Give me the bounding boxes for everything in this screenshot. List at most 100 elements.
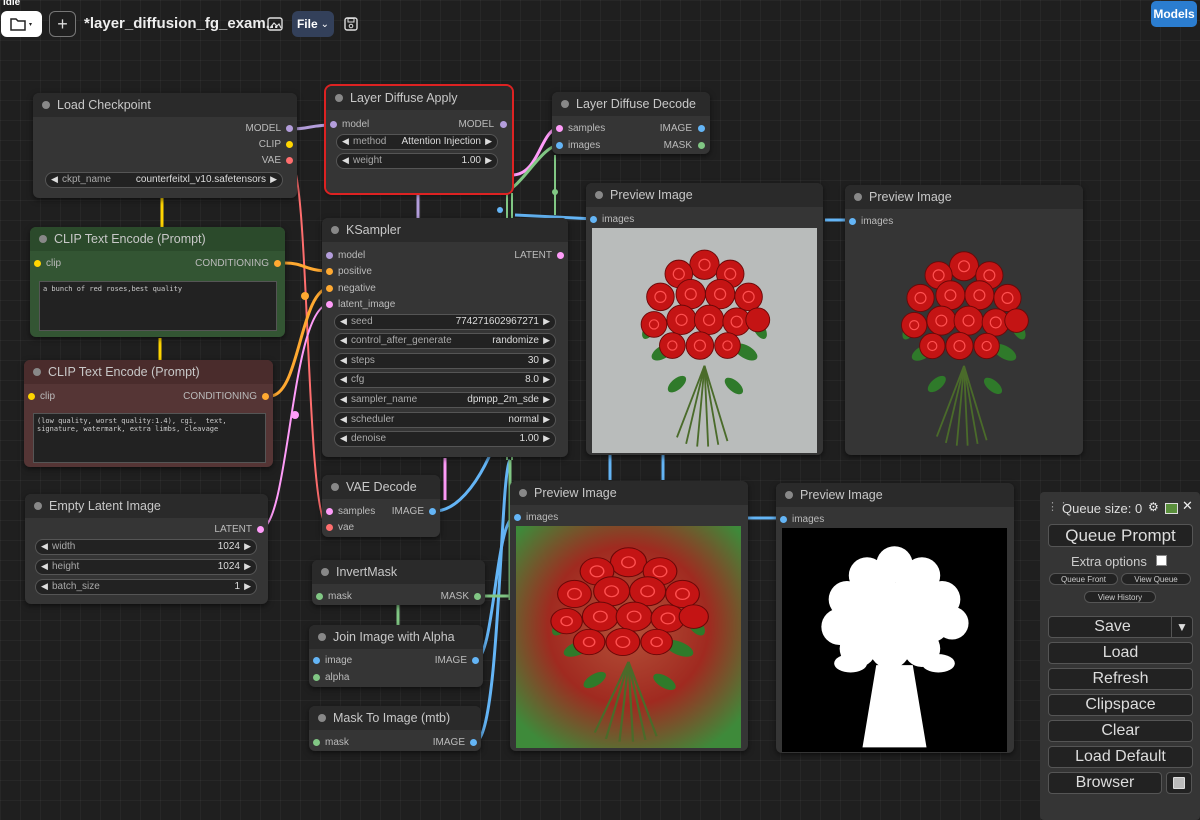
collapse-dot[interactable] bbox=[318, 714, 326, 722]
node-title-bar[interactable]: KSampler bbox=[322, 218, 568, 242]
queue-front-button[interactable]: Queue Front bbox=[1049, 573, 1118, 585]
node-mask-to-image[interactable]: Mask To Image (mtb) mask IMAGE bbox=[309, 706, 481, 751]
node-title-bar[interactable]: VAE Decode bbox=[322, 475, 440, 499]
ckpt-name-combo[interactable]: ◀ ckpt_name counterfeitxl_v10.safetensor… bbox=[45, 172, 283, 188]
load-default-button[interactable]: Load Default bbox=[1048, 746, 1193, 768]
output-slot-conditioning[interactable] bbox=[262, 393, 269, 400]
sampler-name-widget[interactable]: ◀ sampler_name dpmpp_2m_sde ▶ bbox=[334, 392, 556, 408]
input-slot-positive[interactable] bbox=[326, 268, 333, 275]
node-preview-image-1[interactable]: Preview Image images bbox=[586, 183, 823, 455]
input-slot-images[interactable] bbox=[849, 218, 856, 225]
steps-widget[interactable]: ◀ steps 30 ▶ bbox=[334, 353, 556, 369]
collapse-dot[interactable] bbox=[785, 491, 793, 499]
clipspace-button[interactable]: Clipspace bbox=[1048, 694, 1193, 716]
arrow-left-icon[interactable]: ◀ bbox=[340, 335, 347, 346]
new-workflow-button[interactable]: + bbox=[49, 11, 76, 37]
output-slot-clip[interactable] bbox=[286, 141, 293, 148]
input-slot-clip[interactable] bbox=[34, 260, 41, 267]
preview-image[interactable] bbox=[516, 526, 741, 748]
collapse-dot[interactable] bbox=[318, 633, 326, 641]
input-slot-image[interactable] bbox=[313, 657, 320, 664]
node-title-bar[interactable]: InvertMask bbox=[312, 560, 485, 584]
arrow-left-icon[interactable]: ◀ bbox=[340, 355, 347, 366]
node-ksampler[interactable]: KSampler model positive negative latent_… bbox=[322, 218, 568, 457]
collapse-dot[interactable] bbox=[854, 193, 862, 201]
save-dropdown-icon[interactable]: ▼ bbox=[1171, 617, 1192, 637]
denoise-widget[interactable]: ◀ denoise 1.00 ▶ bbox=[334, 431, 556, 447]
arrow-left-icon[interactable]: ◀ bbox=[340, 374, 347, 385]
clear-button[interactable]: Clear bbox=[1048, 720, 1193, 742]
output-slot-image[interactable] bbox=[472, 657, 479, 664]
input-slot-images[interactable] bbox=[556, 142, 563, 149]
collapse-dot[interactable] bbox=[39, 235, 47, 243]
input-slot-images[interactable] bbox=[514, 514, 521, 521]
prompt-textarea[interactable]: (low quality, worst quality:1.4), cgi, t… bbox=[33, 413, 266, 463]
output-slot-latent[interactable] bbox=[257, 526, 264, 533]
node-layer-diffuse-apply[interactable]: Layer Diffuse Apply model MODEL ◀ method… bbox=[324, 84, 514, 195]
arrow-left-icon[interactable]: ◀ bbox=[342, 136, 349, 147]
node-preview-image-3[interactable]: Preview Image images bbox=[510, 481, 748, 751]
arrow-left-icon[interactable]: ◀ bbox=[41, 581, 48, 592]
view-queue-button[interactable]: View Queue bbox=[1121, 573, 1191, 585]
collapse-dot[interactable] bbox=[33, 368, 41, 376]
node-empty-latent-image[interactable]: Empty Latent Image LATENT ◀ width 1024 ▶ ◀ h… bbox=[25, 494, 268, 604]
close-icon[interactable]: ✕ bbox=[1182, 498, 1193, 514]
node-title-bar[interactable]: Preview Image bbox=[776, 483, 1014, 507]
input-slot-vae[interactable] bbox=[326, 524, 333, 531]
arrow-right-icon[interactable]: ▶ bbox=[543, 355, 550, 366]
file-menu-button[interactable]: File ⌄ bbox=[292, 11, 334, 37]
collapse-dot[interactable] bbox=[34, 502, 42, 510]
control-after-generate-widget[interactable]: ◀ control_after_generate randomize ▶ bbox=[334, 333, 556, 349]
view-history-button[interactable]: View History bbox=[1084, 591, 1156, 603]
arrow-right-icon[interactable]: ▶ bbox=[244, 581, 251, 592]
input-slot-model[interactable] bbox=[326, 252, 333, 259]
input-slot-negative[interactable] bbox=[326, 285, 333, 292]
node-title-bar[interactable]: Layer Diffuse Apply bbox=[326, 86, 512, 110]
node-title-bar[interactable]: Preview Image bbox=[845, 185, 1083, 209]
arrow-right-icon[interactable]: ▶ bbox=[543, 335, 550, 346]
preview-image[interactable] bbox=[853, 230, 1075, 452]
input-slot-samples[interactable] bbox=[326, 508, 333, 515]
preview-image[interactable] bbox=[592, 228, 817, 453]
image-button[interactable] bbox=[264, 11, 286, 37]
method-combo[interactable]: ◀ method Attention Injection ▶ bbox=[336, 134, 498, 150]
arrow-left-icon[interactable]: ◀ bbox=[41, 561, 48, 572]
node-title-bar[interactable]: CLIP Text Encode (Prompt) bbox=[24, 360, 273, 384]
collapse-dot[interactable] bbox=[42, 101, 50, 109]
node-title-bar[interactable]: Mask To Image (mtb) bbox=[309, 706, 481, 730]
node-title-bar[interactable]: Join Image with Alpha bbox=[309, 625, 483, 649]
input-slot-latent-image[interactable] bbox=[326, 301, 333, 308]
collapse-dot[interactable] bbox=[321, 568, 329, 576]
node-title-bar[interactable]: Preview Image bbox=[510, 481, 748, 505]
arrow-left-icon[interactable]: ◀ bbox=[340, 414, 347, 425]
arrow-right-icon[interactable]: ▶ bbox=[270, 174, 277, 185]
arrow-right-icon[interactable]: ▶ bbox=[244, 561, 251, 572]
output-slot-image[interactable] bbox=[698, 125, 705, 132]
input-slot-samples[interactable] bbox=[556, 125, 563, 132]
output-slot-image[interactable] bbox=[429, 508, 436, 515]
browser-button[interactable]: Browser bbox=[1048, 772, 1162, 794]
node-layer-diffuse-decode[interactable]: Layer Diffuse Decode samples images IMAG… bbox=[552, 92, 710, 154]
arrow-left-icon[interactable]: ◀ bbox=[51, 174, 58, 185]
arrow-right-icon[interactable]: ▶ bbox=[543, 374, 550, 385]
queue-prompt-button[interactable]: Queue Prompt bbox=[1048, 524, 1193, 547]
input-slot-mask[interactable] bbox=[316, 593, 323, 600]
arrow-right-icon[interactable]: ▶ bbox=[485, 136, 492, 147]
output-slot-vae[interactable] bbox=[286, 157, 293, 164]
input-slot-model[interactable] bbox=[330, 121, 337, 128]
seed-widget[interactable]: ◀ seed 774271602967271 ▶ bbox=[334, 314, 556, 330]
refresh-button[interactable]: Refresh bbox=[1048, 668, 1193, 690]
node-title-bar[interactable]: Load Checkpoint bbox=[33, 93, 297, 117]
node-join-image-with-alpha[interactable]: Join Image with Alpha image alpha IMAGE bbox=[309, 625, 483, 687]
output-slot-model[interactable] bbox=[286, 125, 293, 132]
node-title-bar[interactable]: Preview Image bbox=[586, 183, 823, 207]
save-button[interactable]: Save ▼ bbox=[1048, 616, 1193, 638]
node-clip-text-encode-positive[interactable]: CLIP Text Encode (Prompt) clip CONDITION… bbox=[30, 227, 285, 337]
load-button[interactable]: Load bbox=[1048, 642, 1193, 664]
input-slot-clip[interactable] bbox=[28, 393, 35, 400]
node-preview-image-4[interactable]: Preview Image images bbox=[776, 483, 1014, 753]
height-widget[interactable]: ◀ height 1024 ▶ bbox=[35, 559, 257, 575]
arrow-left-icon[interactable]: ◀ bbox=[340, 316, 347, 327]
save-workflow-button[interactable] bbox=[340, 11, 362, 37]
input-slot-alpha[interactable] bbox=[313, 674, 320, 681]
